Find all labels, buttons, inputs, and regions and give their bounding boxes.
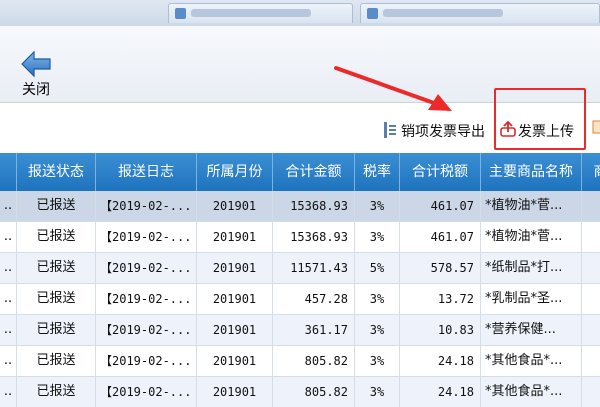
status-cell: 已报送 (17, 222, 96, 252)
tax-cell: 24.18 (400, 346, 481, 376)
rate-cell: 3% (355, 191, 400, 221)
log-cell: 【2019-02-... (96, 377, 197, 407)
month-cell: 201901 (197, 315, 273, 345)
rate-cell: 3% (355, 222, 400, 252)
amount-cell: 15368.93 (273, 191, 355, 221)
export-invoices-button[interactable]: 销项发票导出 (383, 119, 491, 141)
export-label: 销项发票导出 (401, 124, 485, 140)
goods-cell: *营养保健... (481, 315, 582, 345)
browser-tab-strip (0, 0, 600, 27)
column-header-status[interactable]: 报送状态 (17, 153, 96, 191)
back-arrow-icon (21, 50, 51, 78)
status-cell: 已报送 (17, 253, 96, 283)
month-cell: 201901 (197, 284, 273, 314)
page-icon (175, 8, 186, 19)
invoice-table: 报送状态 报送日志 所属月份 合计金额 税率 合计税额 主要商品名称 商 .. … (0, 153, 600, 407)
status-cell: 已报送 (17, 191, 96, 221)
amount-cell: 15368.93 (273, 222, 355, 252)
goods-cell: *其他食品*... (481, 346, 582, 376)
table-row[interactable]: .. 已报送 【2019-02-... 201901 805.82 3% 24.… (0, 346, 600, 377)
amount-cell: 805.82 (273, 377, 355, 407)
browser-tab[interactable] (360, 3, 600, 23)
partial-cell (582, 191, 600, 221)
goods-cell: *乳制品*圣... (481, 284, 582, 314)
column-header-log[interactable]: 报送日志 (96, 153, 197, 191)
goods-cell: *植物油*菅... (481, 222, 582, 252)
status-cell: 已报送 (17, 377, 96, 407)
tax-cell: 461.07 (400, 222, 481, 252)
status-cell: 已报送 (17, 315, 96, 345)
browser-tab[interactable] (168, 3, 353, 23)
table-row[interactable]: .. 已报送 【2019-02-... 201901 15368.93 3% 4… (0, 191, 600, 222)
table-row[interactable]: .. 已报送 【2019-02-... 201901 457.28 3% 13.… (0, 284, 600, 315)
amount-cell: 805.82 (273, 346, 355, 376)
log-cell: 【2019-02-... (96, 222, 197, 252)
row-lead: .. (0, 346, 17, 376)
row-lead: .. (0, 222, 17, 252)
row-lead: .. (0, 191, 17, 221)
month-cell: 201901 (197, 222, 273, 252)
rate-cell: 3% (355, 315, 400, 345)
log-cell: 【2019-02-... (96, 346, 197, 376)
log-cell: 【2019-02-... (96, 284, 197, 314)
log-cell: 【2019-02-... (96, 253, 197, 283)
table-row[interactable]: .. 已报送 【2019-02-... 201901 15368.93 3% 4… (0, 222, 600, 253)
column-header-amount[interactable]: 合计金额 (273, 153, 355, 191)
partial-cell (582, 346, 600, 376)
amount-cell: 361.17 (273, 315, 355, 345)
partial-cell (582, 222, 600, 252)
column-header-tax[interactable]: 合计税额 (400, 153, 481, 191)
tax-cell: 461.07 (400, 191, 481, 221)
document-icon (592, 120, 600, 134)
partial-cell (582, 377, 600, 407)
rate-cell: 3% (355, 377, 400, 407)
tax-cell: 578.57 (400, 253, 481, 283)
month-cell: 201901 (197, 253, 273, 283)
column-header[interactable] (0, 153, 17, 191)
status-cell: 已报送 (17, 284, 96, 314)
more-action-button[interactable] (592, 119, 600, 141)
partial-cell (582, 253, 600, 283)
row-lead: .. (0, 284, 17, 314)
month-cell: 201901 (197, 377, 273, 407)
column-header-month[interactable]: 所属月份 (197, 153, 273, 191)
column-header-partial[interactable]: 商 (582, 153, 600, 191)
partial-cell (582, 284, 600, 314)
log-cell: 【2019-02-... (96, 315, 197, 345)
goods-cell: *纸制品*打... (481, 253, 582, 283)
table-header: 报送状态 报送日志 所属月份 合计金额 税率 合计税额 主要商品名称 商 (0, 153, 600, 191)
tax-cell: 24.18 (400, 377, 481, 407)
tax-cell: 10.83 (400, 315, 481, 345)
month-cell: 201901 (197, 346, 273, 376)
page-icon (367, 8, 378, 19)
column-header-goods[interactable]: 主要商品名称 (481, 153, 582, 191)
rate-cell: 5% (355, 253, 400, 283)
close-button[interactable]: 关闭 (16, 50, 56, 100)
status-cell: 已报送 (17, 346, 96, 376)
rate-cell: 3% (355, 346, 400, 376)
export-icon (384, 122, 396, 138)
annotation-arrow (334, 66, 452, 111)
log-cell: 【2019-02-... (96, 191, 197, 221)
amount-cell: 11571.43 (273, 253, 355, 283)
rate-cell: 3% (355, 284, 400, 314)
row-lead: .. (0, 377, 17, 407)
row-lead: .. (0, 315, 17, 345)
table-row[interactable]: .. 已报送 【2019-02-... 201901 11571.43 5% 5… (0, 253, 600, 284)
table-row[interactable]: .. 已报送 【2019-02-... 201901 805.82 3% 24.… (0, 377, 600, 407)
highlight-box (494, 88, 586, 150)
close-label: 关闭 (22, 82, 50, 98)
tax-cell: 13.72 (400, 284, 481, 314)
column-header-rate[interactable]: 税率 (355, 153, 400, 191)
table-row[interactable]: .. 已报送 【2019-02-... 201901 361.17 3% 10.… (0, 315, 600, 346)
month-cell: 201901 (197, 191, 273, 221)
goods-cell: *其他食品*... (481, 377, 582, 407)
partial-cell (582, 315, 600, 345)
row-lead: .. (0, 253, 17, 283)
goods-cell: *植物油*菅... (481, 191, 582, 221)
amount-cell: 457.28 (273, 284, 355, 314)
